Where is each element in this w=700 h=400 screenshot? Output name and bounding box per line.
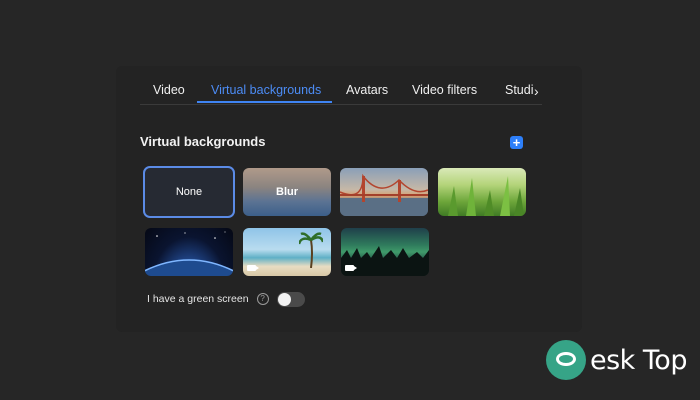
background-beach[interactable]: [243, 228, 331, 276]
watermark-text: esk Top: [590, 344, 687, 376]
background-earth[interactable]: [145, 228, 233, 276]
active-tab-indicator: [197, 101, 332, 103]
video-icon: [247, 265, 259, 271]
bridge-image: [340, 173, 428, 216]
background-golden-gate-bridge[interactable]: [340, 168, 428, 216]
watermark: esk Top: [546, 340, 687, 380]
watermark-logo-icon: [546, 340, 586, 380]
background-grass[interactable]: [438, 168, 526, 216]
green-screen-label: I have a green screen: [147, 293, 249, 305]
chevron-right-icon[interactable]: ›: [534, 82, 542, 100]
tab-video-filters[interactable]: Video filters: [412, 83, 477, 97]
background-blur[interactable]: Blur: [243, 168, 331, 216]
tab-avatars[interactable]: Avatars: [346, 83, 388, 97]
toggle-knob: [277, 292, 291, 306]
section-title: Virtual backgrounds: [140, 134, 266, 149]
green-screen-toggle[interactable]: [276, 291, 305, 307]
tab-video[interactable]: Video: [153, 83, 185, 97]
video-icon: [345, 265, 357, 271]
tab-bar: Video Virtual backgrounds Avatars Video …: [140, 80, 542, 105]
add-background-button[interactable]: +: [510, 136, 523, 149]
green-screen-row: I have a green screen ?: [147, 290, 305, 308]
earth-image: [145, 231, 233, 276]
background-none[interactable]: None: [143, 166, 235, 218]
background-label: Blur: [276, 186, 298, 198]
tab-virtual-backgrounds[interactable]: Virtual backgrounds: [211, 83, 321, 97]
background-label: None: [175, 186, 203, 198]
background-aurora[interactable]: [341, 228, 429, 276]
palm-image: [299, 232, 323, 268]
question-icon[interactable]: ?: [256, 293, 269, 305]
grass-image: [448, 176, 524, 216]
